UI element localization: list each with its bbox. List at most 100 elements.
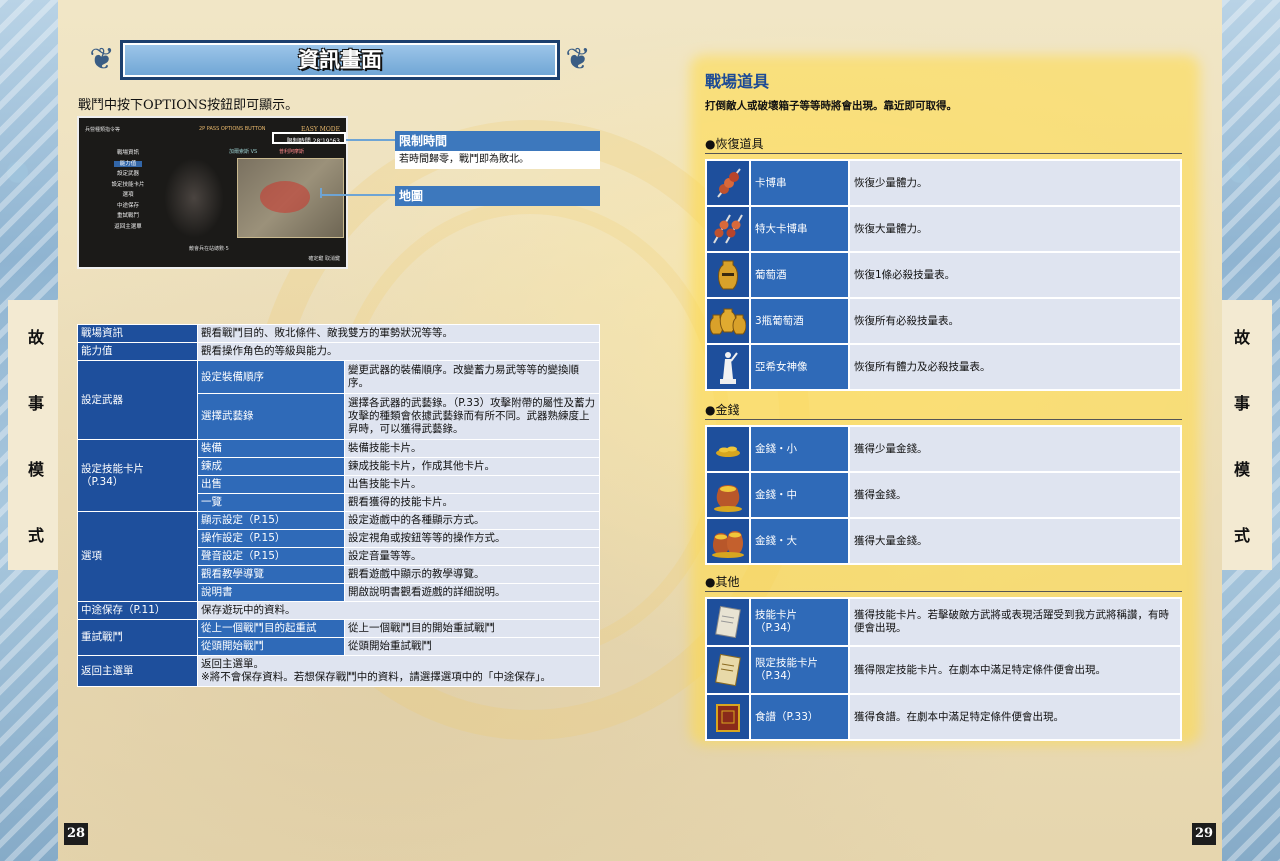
row-desc: 保存遊玩中的資料。 [197, 601, 600, 620]
row-desc: 選擇各武器的武藝錄。（P.33）攻擊附帶的屬性及蓄力攻擊的種類會依據武藝錄而有所… [344, 393, 600, 440]
row-category: 選項 [77, 511, 198, 602]
row-desc: 鍊成技能卡片，作成其他卡片。 [344, 457, 600, 476]
row-sub: 聲音設定（P.15） [197, 547, 345, 566]
menu-item: 重試戰鬥 [116, 213, 139, 219]
side-char: 模 [1233, 460, 1250, 479]
item-icon-cell [705, 425, 751, 473]
row-category: 返回主選單 [77, 655, 198, 687]
map-connector-stub [320, 188, 322, 198]
table-row: 設定武器 設定裝備順序 變更武器的裝備順序。改變蓄力易武等等的變換順序。 [77, 360, 600, 440]
item-desc: 恢復大量體力。 [848, 205, 1182, 253]
row-sub: 設定裝備順序 [197, 360, 345, 394]
item-desc: 獲得食譜。在劇本中滿足特定條件便會出現。 [848, 693, 1182, 741]
screenshot-vs-left: 加爾索斯 VS [229, 149, 258, 155]
side-char: 事 [1233, 394, 1250, 413]
row-sub: 操作設定（P.15） [197, 529, 345, 548]
row-category: 中途保存（P.11） [77, 601, 198, 620]
row-desc: 設定遊戲中的各種顯示方式。 [344, 511, 600, 530]
item-desc: 恢復所有必殺技量表。 [848, 297, 1182, 345]
row-desc: 裝備技能卡片。 [344, 439, 600, 458]
menu-item: 返回主選單 [114, 223, 142, 230]
row-sub: 顯示設定（P.15） [197, 511, 345, 530]
side-char: 模 [27, 460, 44, 479]
item-name: 食譜（P.33） [749, 693, 850, 741]
table-row: 重試戰鬥 從上一個戰鬥目的起重試 從上一個戰鬥目的開始重試戰鬥 [77, 619, 600, 656]
kebab-icon [717, 168, 741, 198]
row-category: 戰場資訊 [77, 324, 198, 343]
table-row: 葡萄酒 恢復1條必殺技量表。 [705, 251, 1182, 299]
table-row: 限定技能卡片 （P.34） 獲得限定技能卡片。在劇本中滿足特定條件便會出現。 [705, 645, 1182, 695]
right-page-subtitle: 打倒敵人或破壞箱子等等時將會出現。靠近即可取得。 [705, 100, 957, 112]
table-row: 選項 顯示設定（P.15） 設定遊戲中的各種顯示方式。 [77, 511, 600, 602]
row-sub: 觀看教學導覽 [197, 565, 345, 584]
callout-desc: 若時間歸零，戰鬥即為敗北。 [395, 151, 600, 169]
table-row: 卡博串 恢復少量體力。 [705, 159, 1182, 207]
table-row: 特大卡博串 恢復大量體力。 [705, 205, 1182, 253]
ornament-left-icon: ❦ [89, 42, 115, 77]
map-region [260, 181, 310, 213]
side-char: 式 [27, 526, 44, 545]
item-icon-cell [705, 343, 751, 391]
table-row: 中途保存（P.11） 保存遊玩中的資料。 [77, 601, 600, 620]
screenshot-map [237, 158, 344, 238]
side-char: 式 [1233, 526, 1250, 545]
wine-amphora-icon [718, 260, 738, 290]
item-icon-cell [705, 597, 751, 647]
side-char: 事 [27, 394, 44, 413]
table-row: 金錢・小 獲得少量金錢。 [705, 425, 1182, 473]
row-sub: 裝備 [197, 439, 345, 458]
item-name: 金錢・中 [749, 471, 850, 519]
timer-highlight [272, 132, 346, 144]
row-desc: 設定音量等等。 [344, 547, 600, 566]
menu-item-selected: 能力值 [93, 159, 163, 170]
item-desc: 獲得技能卡片。若擊破敵方武將或表現活躍受到我方武將稱讚，有時便會出現。 [848, 597, 1182, 647]
row-desc: 觀看獲得的技能卡片。 [344, 493, 600, 512]
item-name: 3瓶葡萄酒 [749, 297, 850, 345]
side-char: 故 [1233, 328, 1250, 347]
timer-connector [346, 139, 396, 141]
table-row: 戰場資訊 觀看戰鬥目的、敗北條件、敵我雙方的軍勢狀況等等。 [77, 324, 600, 343]
menu-item: 戰場資訊 [116, 150, 139, 156]
row-sub: 鍊成 [197, 457, 345, 476]
menu-item: 設定技能卡片 [111, 181, 145, 188]
item-icon-cell [705, 205, 751, 253]
right-side-label: 故 事 模 式 [1232, 324, 1252, 588]
callout-label: 限制時間 [395, 131, 600, 151]
row-desc: 觀看戰鬥目的、敗北條件、敵我雙方的軍勢狀況等等。 [197, 324, 600, 343]
row-desc: 觀看操作角色的等級與能力。 [197, 342, 600, 361]
row-desc: 變更武器的裝備順序。改變蓄力易武等等的變換順序。 [344, 360, 600, 394]
screenshot-footer2: 確定鍵 取消鍵 [308, 256, 340, 262]
intro-text: 戰鬥中按下OPTIONS按鈕即可顯示。 [78, 98, 299, 113]
right-page-number: 29 [1192, 823, 1216, 845]
row-desc: 開啟說明書觀看遊戲的詳細說明。 [344, 583, 600, 602]
table-row: 能力值 觀看操作角色的等級與能力。 [77, 342, 600, 361]
row-desc: 從頭開始重試戰鬥 [344, 637, 600, 656]
menu-item: 設定武器 [116, 171, 139, 177]
row-category: 設定技能卡片 （P.34） [77, 439, 198, 512]
callout-label: 地圖 [395, 186, 600, 206]
screenshot-menu: 戰場資訊 能力值 設定武器 設定技能卡片 選項 中途保存 重試戰鬥 返回主選單 [93, 148, 163, 232]
item-desc: 恢復所有體力及必殺技量表。 [848, 343, 1182, 391]
row-sub: 說明書 [197, 583, 345, 602]
table-row: 3瓶葡萄酒 恢復所有必殺技量表。 [705, 297, 1182, 345]
row-sub: 出售 [197, 475, 345, 494]
row-sub: 從上一個戰鬥目的起重試 [197, 619, 345, 638]
left-side-label: 故 事 模 式 [26, 324, 46, 588]
map-connector [320, 194, 396, 196]
ornament-right-icon: ❦ [565, 42, 591, 77]
section-heading: ●恢復道具 [705, 135, 1182, 154]
callout-map: 地圖 [395, 186, 600, 206]
row-desc: 出售技能卡片。 [344, 475, 600, 494]
skill-card-icon [715, 605, 741, 639]
item-desc: 獲得限定技能卡片。在劇本中滿足特定條件便會出現。 [848, 645, 1182, 695]
screenshot-footer: 敵會兵在站總數·5 [189, 246, 229, 252]
item-name: 限定技能卡片 （P.34） [749, 645, 850, 695]
item-icon-cell [705, 517, 751, 565]
coins-small-icon [716, 446, 740, 457]
item-desc: 恢復1條必殺技量表。 [848, 251, 1182, 299]
item-name: 技能卡片 （P.34） [749, 597, 850, 647]
side-char: 故 [27, 328, 44, 347]
item-name: 金錢・小 [749, 425, 850, 473]
other-items-table: 技能卡片 （P.34） 獲得技能卡片。若擊破敵方武將或表現活躍受到我方武將稱讚，… [705, 597, 1182, 741]
row-sub: 選擇武藝錄 [197, 393, 345, 440]
